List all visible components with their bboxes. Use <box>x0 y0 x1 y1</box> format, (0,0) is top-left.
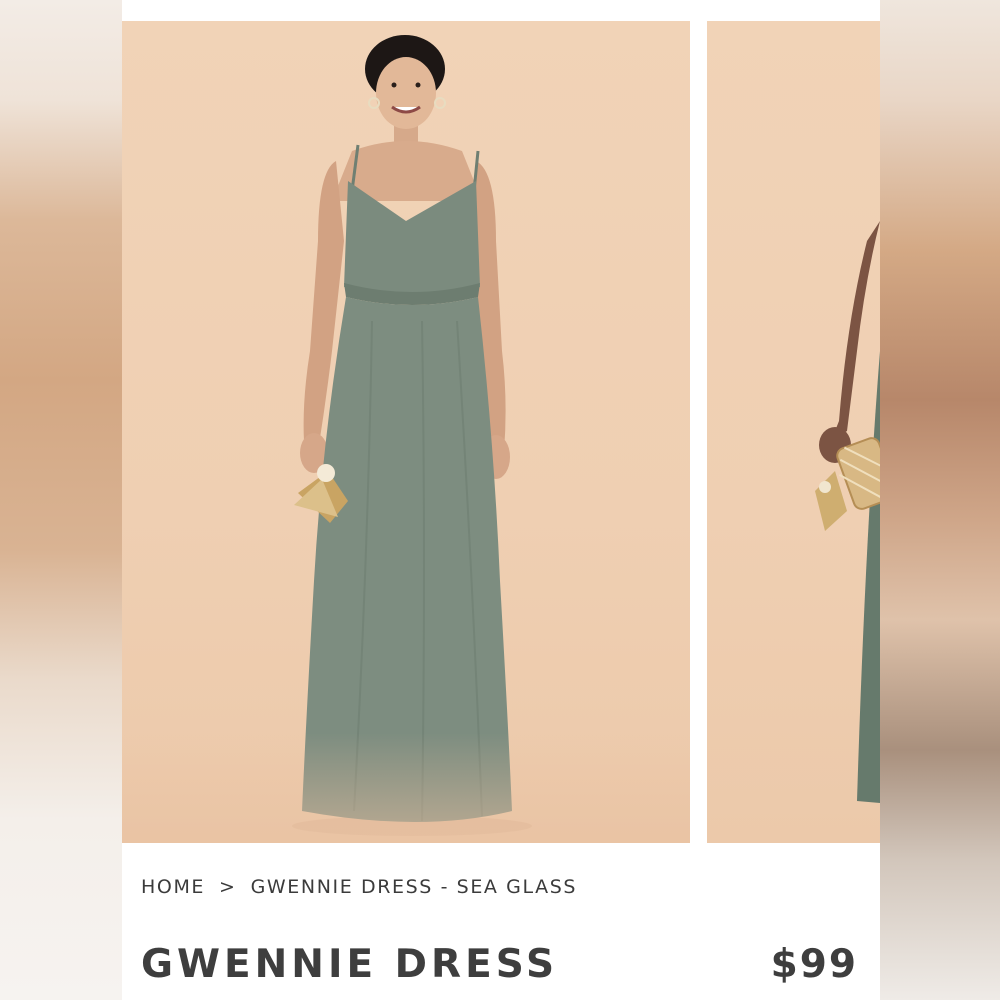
blurred-backdrop-left <box>0 0 122 1000</box>
product-price: $99 <box>770 942 858 987</box>
breadcrumb-current: GWENNIE DRESS - SEA GLASS <box>250 876 578 898</box>
blurred-backdrop-right <box>880 0 1000 1000</box>
breadcrumb-separator: > <box>219 876 237 898</box>
next-product-photo[interactable] <box>707 21 880 843</box>
product-title: GWENNIE DRESS <box>141 942 559 987</box>
image-gallery[interactable] <box>122 21 880 843</box>
model-illustration <box>292 35 532 836</box>
breadcrumb: HOME > GWENNIE DRESS - SEA GLASS <box>141 876 577 898</box>
main-product-photo[interactable] <box>122 21 690 843</box>
product-page: HOME > GWENNIE DRESS - SEA GLASS GWENNIE D… <box>122 0 880 1000</box>
model-illustration-2 <box>815 221 880 803</box>
breadcrumb-home-link[interactable]: HOME <box>141 876 205 898</box>
